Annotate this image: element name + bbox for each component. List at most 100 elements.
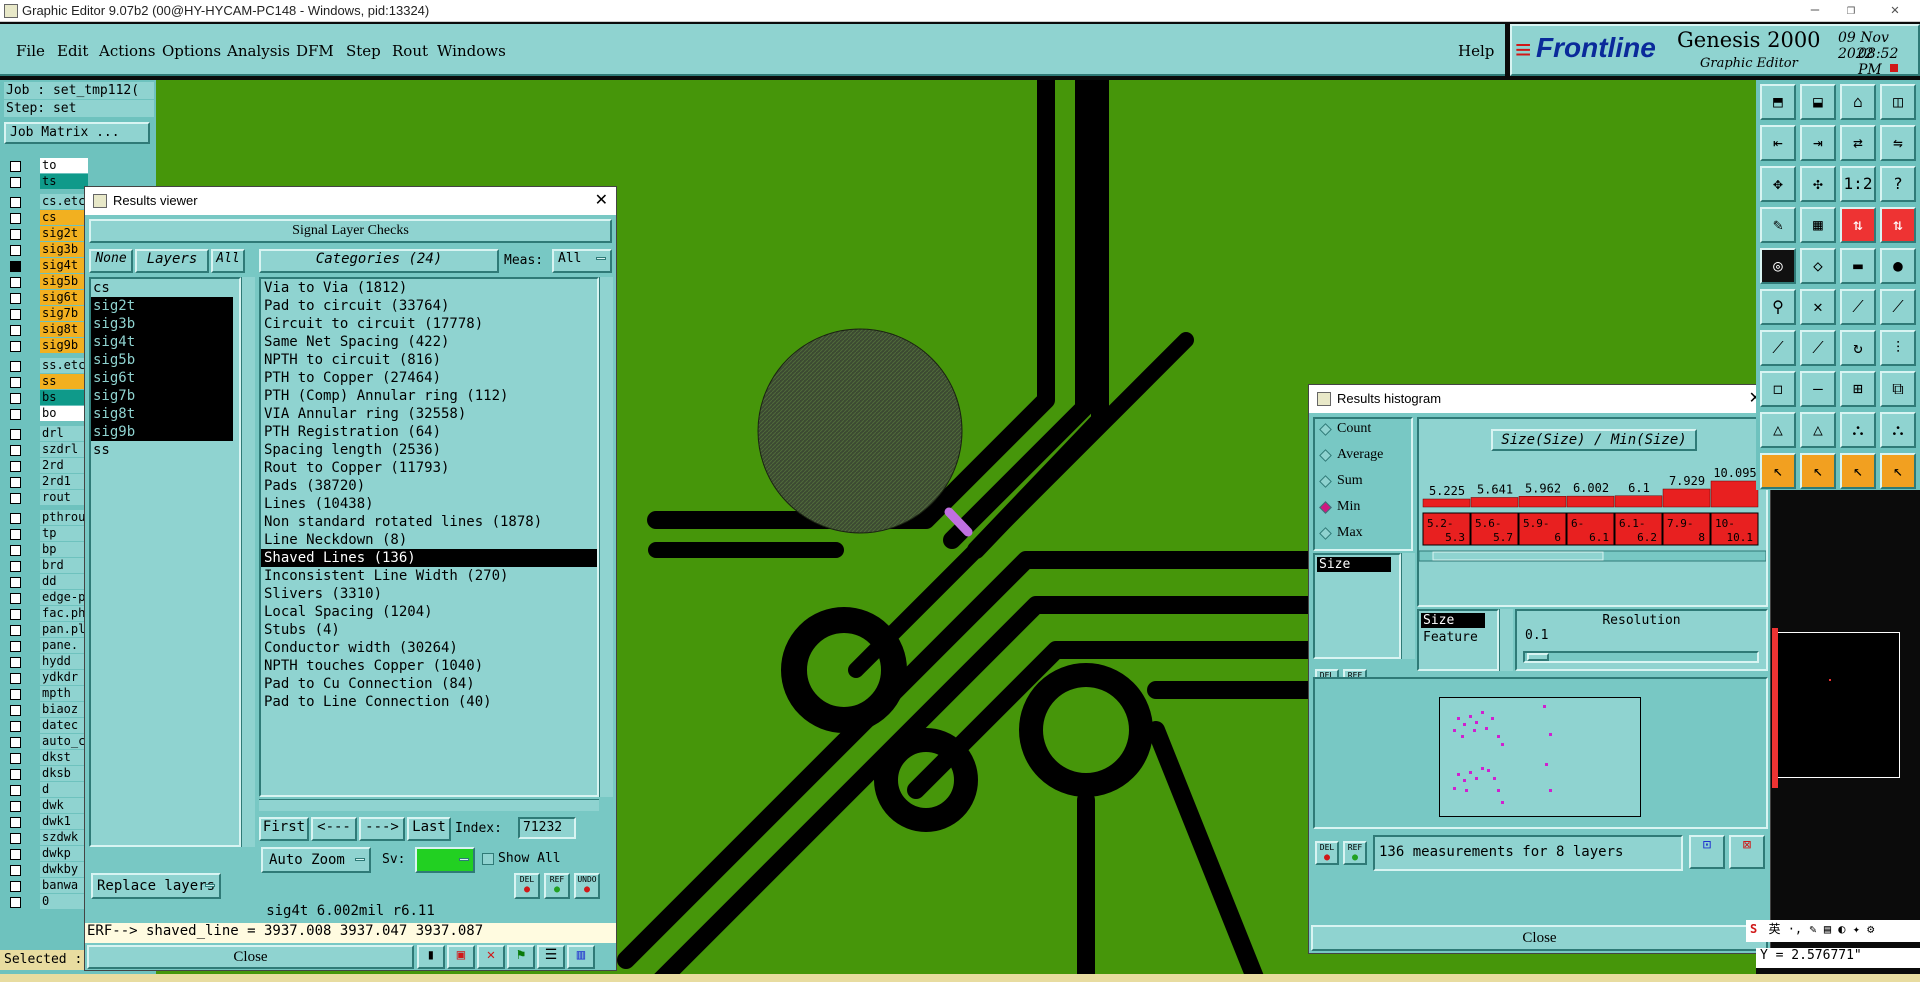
layer-name[interactable]: datec <box>40 718 88 733</box>
layer-name[interactable]: sig7b <box>40 306 88 321</box>
menu-edit[interactable]: Edit <box>57 42 88 60</box>
layer-checkbox[interactable] <box>10 461 21 472</box>
tool-icon-r4-c1[interactable]: ◇ <box>1800 248 1836 284</box>
layer-checkbox[interactable] <box>10 213 21 224</box>
tool-icon-r7-c3[interactable]: ⧉ <box>1880 371 1916 407</box>
layers-button[interactable]: Layers <box>135 249 209 273</box>
scatter-del-button[interactable]: DEL ● <box>1315 841 1339 865</box>
layer-name[interactable]: dwkp <box>40 846 88 861</box>
histogram-bar[interactable] <box>1614 495 1663 508</box>
layer-name[interactable]: to <box>40 158 88 173</box>
layer-checkbox[interactable] <box>10 561 21 572</box>
layer-checkbox[interactable] <box>10 445 21 456</box>
tool-icon-1[interactable]: ▮ <box>417 945 445 969</box>
layer-name[interactable]: dkst <box>40 750 88 765</box>
option-feature[interactable]: Feature <box>1421 630 1495 645</box>
layer-checkbox[interactable] <box>10 689 21 700</box>
layer-name[interactable]: cs <box>40 210 88 225</box>
layer-row-to[interactable]: to <box>0 158 156 174</box>
layer-name[interactable]: dksb <box>40 766 88 781</box>
layer-checkbox[interactable] <box>10 673 21 684</box>
tool-icon-r3-c2[interactable]: ⇅ <box>1840 207 1876 243</box>
tool-icon-r6-c1[interactable]: ⟋ <box>1800 330 1836 366</box>
tool-icon-r3-c3[interactable]: ⇅ <box>1880 207 1916 243</box>
layer-checkbox[interactable] <box>10 817 21 828</box>
layer-name[interactable]: sig9b <box>40 338 88 353</box>
tool-icon-r9-c1[interactable]: ↖ <box>1800 453 1836 489</box>
layer-name[interactable]: sig4t <box>40 258 88 273</box>
tool-icon-r0-c1[interactable]: ⬓ <box>1800 84 1836 120</box>
category-item[interactable]: Non standard rotated lines (1878) <box>261 513 597 531</box>
tool-icon-2[interactable]: ▣ <box>447 945 475 969</box>
layer-checkbox[interactable] <box>10 657 21 668</box>
menu-actions[interactable]: Actions <box>99 42 155 60</box>
layer-checkbox[interactable] <box>10 341 21 352</box>
layer-checkbox[interactable] <box>10 705 21 716</box>
layer-name[interactable]: hydd <box>40 654 88 669</box>
category-item[interactable]: Pad to Cu Connection (84) <box>261 675 597 693</box>
minimize-icon[interactable]: – <box>1800 2 1830 20</box>
layer-name[interactable]: 0 <box>40 894 88 909</box>
histogram-bar[interactable] <box>1566 495 1615 508</box>
tool-icon-r7-c0[interactable]: ◻ <box>1760 371 1796 407</box>
histogram-icon[interactable]: ▥ <box>567 945 595 969</box>
tool-icon-5[interactable]: ☰ <box>537 945 565 969</box>
tool-icon-r8-c3[interactable]: ⛬ <box>1880 412 1916 448</box>
layer-list-item[interactable]: sig5b <box>91 351 233 369</box>
tool-icon-r8-c2[interactable]: ⛬ <box>1840 412 1876 448</box>
show-all-checkbox[interactable] <box>482 853 494 865</box>
resolution-slider-thumb[interactable] <box>1527 653 1549 661</box>
tool-icon-r7-c2[interactable]: ⊞ <box>1840 371 1876 407</box>
tool-icon-r4-c2[interactable]: ▬ <box>1840 248 1876 284</box>
index-input[interactable]: 71232 <box>518 817 576 839</box>
layer-list-item[interactable]: ss <box>91 441 233 459</box>
tool-icon-r3-c1[interactable]: ▦ <box>1800 207 1836 243</box>
layer-checkbox[interactable] <box>10 721 21 732</box>
layer-name[interactable]: tp <box>40 526 88 541</box>
measure-list-scrollbar[interactable] <box>1401 553 1415 659</box>
category-item[interactable]: Lines (10438) <box>261 495 597 513</box>
job-matrix-button[interactable]: Job Matrix ... <box>4 122 150 144</box>
menu-analysis[interactable]: Analysis <box>227 42 290 60</box>
layer-name[interactable]: cs.etc <box>40 194 88 209</box>
close-icon[interactable]: ✕ <box>595 187 608 215</box>
category-item[interactable]: Shaved Lines (136) <box>261 549 597 567</box>
layer-name[interactable]: 2rd <box>40 458 88 473</box>
layer-checkbox[interactable] <box>10 229 21 240</box>
mode-sum[interactable]: Sum <box>1315 471 1411 497</box>
layer-checkbox[interactable] <box>10 737 21 748</box>
histogram-bar[interactable] <box>1662 488 1711 508</box>
layer-checkbox[interactable] <box>10 641 21 652</box>
menu-help[interactable]: Help <box>1458 42 1494 60</box>
layer-checkbox[interactable] <box>10 577 21 588</box>
layer-list-item[interactable]: sig7b <box>91 387 233 405</box>
menu-dfm[interactable]: DFM <box>296 42 334 60</box>
layer-name[interactable]: ss.etc <box>40 358 88 373</box>
layer-name[interactable]: drl <box>40 426 88 441</box>
tool-icon-r9-c2[interactable]: ↖ <box>1840 453 1876 489</box>
sv-color-dropdown[interactable] <box>415 847 475 873</box>
layer-name[interactable]: 2rd1 <box>40 474 88 489</box>
layer-list-item[interactable]: sig6t <box>91 369 233 387</box>
histogram-bar[interactable] <box>1470 497 1519 508</box>
category-item[interactable]: VIA Annular ring (32558) <box>261 405 597 423</box>
layer-name[interactable]: ts <box>40 174 88 189</box>
maximize-icon[interactable]: ❐ <box>1836 2 1866 20</box>
tool-icon-4[interactable]: ⚑ <box>507 945 535 969</box>
category-item[interactable]: Pad to Line Connection (40) <box>261 693 597 711</box>
layer-name[interactable]: pthrou <box>40 510 88 525</box>
category-item[interactable]: Circuit to circuit (17778) <box>261 315 597 333</box>
mode-max[interactable]: Max <box>1315 523 1411 549</box>
histogram-bar[interactable] <box>1710 480 1759 508</box>
layer-checkbox[interactable] <box>10 293 21 304</box>
tool-icon-r2-c1[interactable]: ✣ <box>1800 166 1836 202</box>
layer-checkbox[interactable] <box>10 897 21 908</box>
histogram-scroll-thumb[interactable] <box>1432 551 1604 561</box>
last-button[interactable]: Last <box>407 817 451 841</box>
category-item[interactable]: Stubs (4) <box>261 621 597 639</box>
tool-icon-r9-c3[interactable]: ↖ <box>1880 453 1916 489</box>
layer-name[interactable]: d <box>40 782 88 797</box>
layer-checkbox[interactable] <box>10 753 21 764</box>
layer-name[interactable]: sig3b <box>40 242 88 257</box>
layer-name[interactable]: ydkdr <box>40 670 88 685</box>
